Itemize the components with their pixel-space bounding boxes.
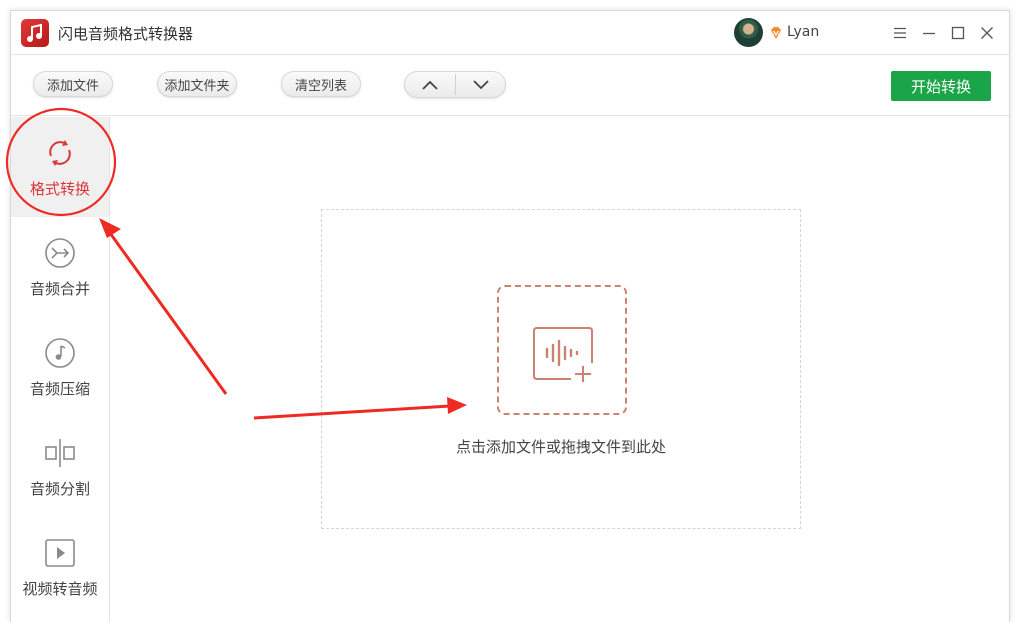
avatar[interactable] bbox=[734, 18, 763, 47]
minimize-icon[interactable] bbox=[919, 23, 939, 43]
menu-icon[interactable] bbox=[890, 23, 910, 43]
chevron-up-icon bbox=[422, 80, 438, 90]
add-file-target[interactable] bbox=[497, 285, 627, 415]
sidebar-item-label: 视频转音频 bbox=[22, 580, 98, 598]
sidebar-item-label: 音频压缩 bbox=[29, 380, 90, 398]
sidebar-item-format-convert[interactable]: 格式转换 bbox=[11, 117, 109, 217]
sidebar-item-audio-merge[interactable]: 音频合并 bbox=[11, 217, 109, 317]
sidebar-item-label: 音频合并 bbox=[29, 280, 90, 298]
music-disc-icon bbox=[44, 337, 76, 369]
close-icon[interactable] bbox=[977, 23, 997, 43]
maximize-icon[interactable] bbox=[948, 23, 968, 43]
reorder-button-group bbox=[404, 71, 506, 98]
username[interactable]: Lyan bbox=[787, 24, 819, 40]
move-down-button[interactable] bbox=[456, 72, 506, 97]
sidebar-item-label: 音频分割 bbox=[29, 480, 90, 498]
add-folder-button[interactable]: 添加文件夹 bbox=[157, 71, 237, 97]
audio-add-icon bbox=[531, 321, 595, 385]
file-drop-zone[interactable]: 点击添加文件或拖拽文件到此处 bbox=[321, 209, 801, 529]
music-note-icon bbox=[21, 19, 49, 47]
start-convert-button[interactable]: 开始转换 bbox=[891, 71, 991, 101]
app-window: 闪电音频格式转换器 Lyan 添加文件 添加文件夹 清空列表 开始转换 格式转换… bbox=[10, 10, 1010, 622]
sidebar: 格式转换 音频合并 音频压缩 音频分割 视频转音频 bbox=[11, 117, 110, 622]
refresh-icon bbox=[44, 137, 76, 169]
chevron-down-icon bbox=[473, 79, 489, 89]
sidebar-item-video-to-audio[interactable]: 视频转音频 bbox=[11, 517, 109, 617]
vip-diamond-icon bbox=[769, 25, 783, 39]
video-play-icon bbox=[44, 537, 76, 569]
clear-list-button[interactable]: 清空列表 bbox=[281, 71, 361, 97]
merge-icon bbox=[44, 237, 76, 269]
sidebar-item-audio-compress[interactable]: 音频压缩 bbox=[11, 317, 109, 417]
add-file-button[interactable]: 添加文件 bbox=[33, 71, 113, 97]
sidebar-item-audio-split[interactable]: 音频分割 bbox=[11, 417, 109, 517]
sidebar-item-label: 格式转换 bbox=[29, 180, 90, 198]
move-up-button[interactable] bbox=[405, 72, 455, 97]
app-title: 闪电音频格式转换器 bbox=[58, 25, 194, 43]
split-icon bbox=[44, 437, 76, 469]
title-bar: 闪电音频格式转换器 Lyan bbox=[11, 11, 1009, 55]
toolbar: 添加文件 添加文件夹 清空列表 开始转换 bbox=[11, 56, 1009, 116]
drop-hint-text: 点击添加文件或拖拽文件到此处 bbox=[455, 438, 666, 456]
